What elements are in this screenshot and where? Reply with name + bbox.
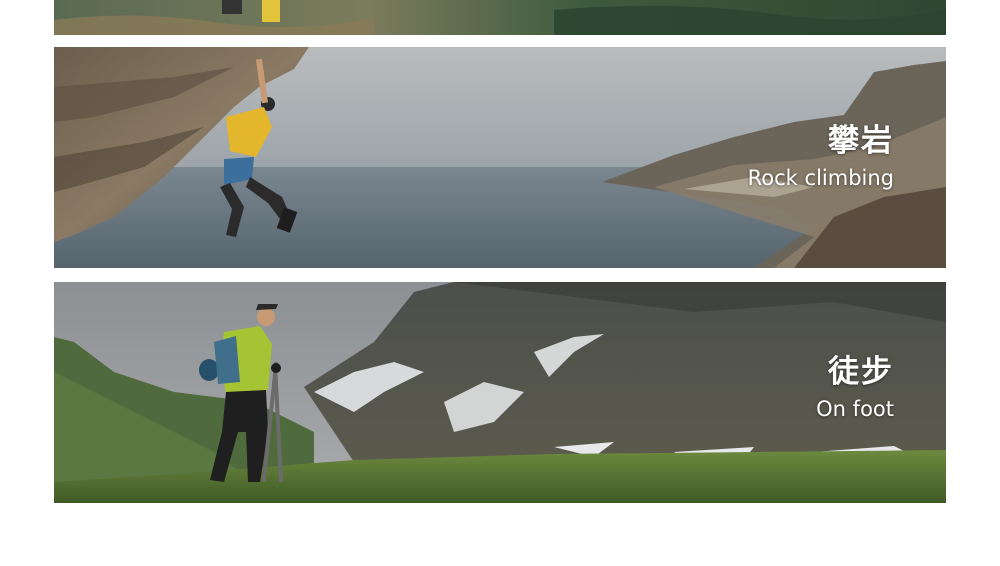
rock-climbing-title-en: Rock climbing <box>747 166 894 190</box>
rock-climbing-caption: 攀岩 Rock climbing <box>748 123 894 191</box>
activity-banners-page: 攀岩 Rock climbing 徒步 On foot <box>0 0 1000 566</box>
top-banner-photo <box>54 0 946 35</box>
on-foot-title-cn: 徒步 <box>828 354 894 390</box>
on-foot-caption: 徒步 On foot <box>816 354 894 422</box>
rock-climbing-title-cn: 攀岩 <box>828 123 894 159</box>
top-banner-partial <box>54 0 946 35</box>
on-foot-banner: 徒步 On foot <box>54 282 946 503</box>
on-foot-title-en: On foot <box>816 397 894 421</box>
climber-leg-yellow <box>262 0 280 22</box>
on-foot-photo <box>54 282 946 503</box>
rock-climbing-banner: 攀岩 Rock climbing <box>54 47 946 268</box>
